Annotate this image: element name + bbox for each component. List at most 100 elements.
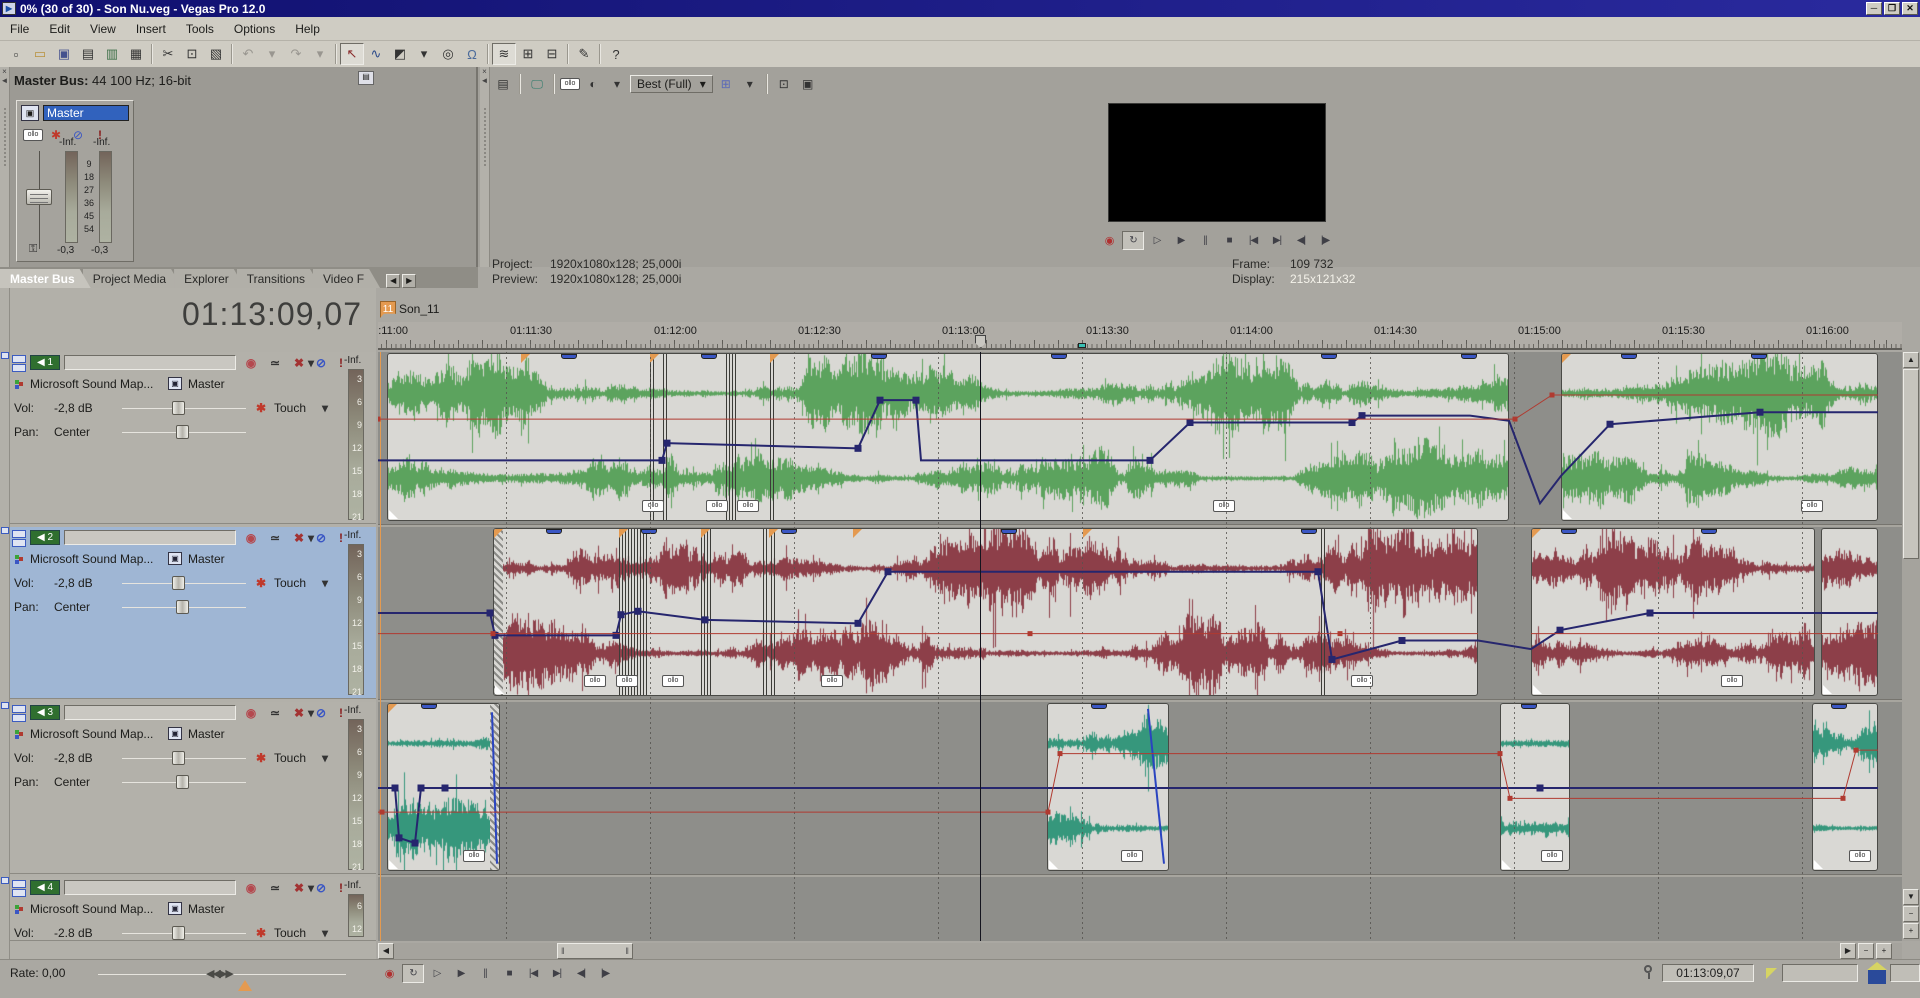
menu-options[interactable]: Options xyxy=(224,19,285,39)
scroll-down-icon[interactable]: ▼ xyxy=(1903,889,1919,905)
event-fx-icon[interactable]: o‖o xyxy=(706,500,728,512)
scrollbar-thumb[interactable]: ‖ ‖ xyxy=(557,943,633,959)
overlays-dropdown-icon[interactable]: ▾ xyxy=(739,74,761,94)
track-minimize-icon[interactable] xyxy=(12,705,26,713)
previous-frame-button[interactable]: ◀| xyxy=(570,964,592,983)
device-name[interactable]: Microsoft Sound Map... xyxy=(30,727,153,741)
loop-playback-button[interactable]: ↻ xyxy=(1122,231,1144,250)
insert-fx-icon[interactable]: o‖o xyxy=(23,129,43,141)
fade-handle[interactable] xyxy=(495,685,504,694)
automation-gear-icon[interactable]: ✱ xyxy=(252,750,270,766)
event-split[interactable] xyxy=(763,529,767,695)
track-maximize-icon[interactable] xyxy=(12,889,26,897)
bus-icon[interactable]: ▣ xyxy=(21,105,39,121)
whats-this-help-icon[interactable]: ? xyxy=(604,43,628,65)
automation-dropdown-icon[interactable]: ▾ xyxy=(316,750,334,766)
vol-value[interactable]: -2,8 dB xyxy=(54,576,93,590)
stop-button[interactable]: ■ xyxy=(1218,231,1240,250)
device-name[interactable]: Microsoft Sound Map... xyxy=(30,552,153,566)
split-screen-dropdown-icon[interactable]: ▾ xyxy=(606,74,628,94)
event-split[interactable] xyxy=(701,529,705,695)
overlays-grid-icon[interactable]: ⊞ xyxy=(715,74,737,94)
track-strip-icon[interactable] xyxy=(1,702,9,709)
collapse-panel-icon[interactable]: ◄ xyxy=(480,76,489,85)
pause-button[interactable]: || xyxy=(1194,231,1216,250)
timeline-h-scrollbar[interactable]: ◀ ‖ ‖ ▶ − + xyxy=(378,943,1902,959)
track-header-1[interactable]: ◀ 1◉≃✖▾⊘!Microsoft Sound Map...▣MasterVo… xyxy=(10,352,376,524)
track-lane-2[interactable]: o‖oo‖oo‖oo‖oo‖oo‖o xyxy=(378,527,1902,699)
title-bar[interactable]: ▶ 0% (30 of 30) - Son Nu.veg - Vegas Pro… xyxy=(0,0,1920,17)
track-number[interactable]: ◀ 1 xyxy=(30,355,60,370)
status-box[interactable] xyxy=(1890,964,1920,982)
tab-explorer[interactable]: Explorer xyxy=(174,269,245,288)
master-name-field[interactable]: Master xyxy=(43,105,129,121)
event-fx-icon[interactable]: o‖o xyxy=(1801,500,1823,512)
track-number[interactable]: ◀ 4 xyxy=(30,880,60,895)
play-button[interactable]: ▶ xyxy=(1170,231,1192,250)
timecode-display[interactable]: 01:13:09,07 xyxy=(40,296,362,333)
event-split[interactable] xyxy=(771,529,775,695)
copy-snapshot-icon[interactable]: ⊡ xyxy=(773,74,795,94)
track-number[interactable]: ◀ 3 xyxy=(30,705,60,720)
solo-icon[interactable]: ⊘ xyxy=(312,705,330,721)
track-name-field[interactable] xyxy=(64,705,236,720)
audio-event[interactable]: o‖o xyxy=(1531,528,1815,696)
audio-event[interactable]: o‖oo‖oo‖oo‖oo‖o xyxy=(493,528,1478,696)
track-maximize-icon[interactable] xyxy=(12,364,26,372)
cut-icon[interactable]: ✂ xyxy=(156,43,180,65)
go-to-end-button[interactable]: ▶| xyxy=(546,964,568,983)
menu-view[interactable]: View xyxy=(80,19,126,39)
device-name[interactable]: Microsoft Sound Map... xyxy=(30,377,153,391)
video-output-fx-icon[interactable]: o‖o xyxy=(560,78,580,90)
event-split[interactable] xyxy=(619,529,623,695)
track-maximize-icon[interactable] xyxy=(12,714,26,722)
tab-video-f[interactable]: Video F xyxy=(313,269,380,288)
zoom-in-icon[interactable]: + xyxy=(1876,943,1892,959)
fade-handle[interactable] xyxy=(1502,860,1511,869)
bus-assign-icon[interactable]: ▣ xyxy=(168,377,182,390)
track-name-field[interactable] xyxy=(64,880,236,895)
tab-scroll-right-icon[interactable]: ▶ xyxy=(402,274,416,288)
vol-slider[interactable] xyxy=(172,401,185,415)
play-button[interactable]: ▶ xyxy=(450,964,472,983)
event-split[interactable] xyxy=(663,354,667,520)
marker-tool-icon[interactable] xyxy=(1644,965,1654,981)
vol-value[interactable]: -2,8 dB xyxy=(54,401,93,415)
automation-settings-icon[interactable]: ≃ xyxy=(266,530,284,546)
go-to-start-button[interactable]: |◀ xyxy=(1242,231,1264,250)
event-fx-icon[interactable]: o‖o xyxy=(642,500,664,512)
automation-settings-icon[interactable]: ≃ xyxy=(266,880,284,896)
track-maximize-icon[interactable] xyxy=(12,539,26,547)
menu-tools[interactable]: Tools xyxy=(176,19,224,39)
next-frame-button[interactable]: |▶ xyxy=(1314,231,1336,250)
previous-frame-button[interactable]: ◀| xyxy=(1290,231,1312,250)
menu-edit[interactable]: Edit xyxy=(39,19,80,39)
auto-ripple-icon[interactable]: ≋ xyxy=(492,43,516,65)
minimize-button[interactable]: ─ xyxy=(1866,2,1882,15)
fade-handle[interactable] xyxy=(1533,685,1542,694)
track-lane-3[interactable]: o‖oo‖oo‖oo‖o xyxy=(378,702,1902,874)
record-button[interactable]: ◉ xyxy=(1098,231,1120,250)
audio-event[interactable]: o‖o xyxy=(1500,703,1570,871)
automation-gear-icon[interactable]: ✱ xyxy=(252,925,270,941)
go-to-end-button[interactable]: ▶| xyxy=(1266,231,1288,250)
event-split[interactable] xyxy=(643,529,647,695)
panel-menu-icon[interactable]: ▤ xyxy=(358,71,374,85)
tab-project-media[interactable]: Project Media xyxy=(83,269,182,288)
timeline-lanes[interactable]: o‖oo‖oo‖oo‖oo‖oo‖oo‖oo‖oo‖oo‖oo‖oo‖oo‖oo… xyxy=(378,352,1902,941)
track-lane-4[interactable] xyxy=(378,877,1902,941)
track-strip-icon[interactable] xyxy=(1,352,9,359)
play-from-start-button[interactable]: ▷ xyxy=(1146,231,1168,250)
track-strip-icon[interactable] xyxy=(1,877,9,884)
scroll-left-icon[interactable]: ◀ xyxy=(378,943,394,959)
ignore-event-grouping-icon[interactable]: ⊟ xyxy=(540,43,564,65)
close-button[interactable]: ✕ xyxy=(1902,2,1918,15)
loop-playback-button[interactable]: ↻ xyxy=(402,964,424,983)
track-header-4[interactable]: ◀ 4◉≃✖▾⊘!Microsoft Sound Map...▣MasterVo… xyxy=(10,877,376,941)
event-fx-icon[interactable]: o‖o xyxy=(584,675,606,687)
play-from-start-button[interactable]: ▷ xyxy=(426,964,448,983)
restore-button[interactable]: ❐ xyxy=(1884,2,1900,15)
pan-slider[interactable] xyxy=(176,600,189,614)
event-fx-icon[interactable]: o‖o xyxy=(616,675,638,687)
region-marker[interactable] xyxy=(1078,343,1086,348)
